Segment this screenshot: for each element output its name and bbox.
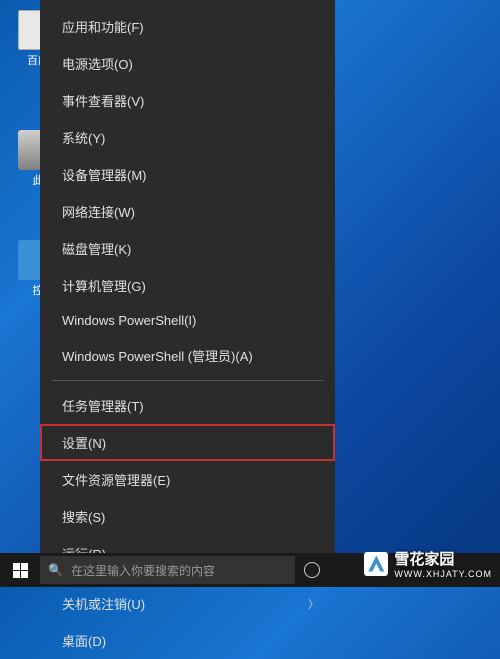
menu-settings[interactable]: 设置(N) bbox=[40, 424, 335, 461]
menu-label: 任务管理器(T) bbox=[62, 396, 144, 415]
menu-label: 磁盘管理(K) bbox=[62, 239, 131, 258]
menu-file-explorer[interactable]: 文件资源管理器(E) bbox=[40, 461, 335, 498]
menu-label: Windows PowerShell(I) bbox=[62, 313, 196, 328]
menu-label: 网络连接(W) bbox=[62, 202, 135, 221]
menu-device-manager[interactable]: 设备管理器(M) bbox=[40, 156, 335, 193]
menu-label: Windows PowerShell (管理员)(A) bbox=[62, 346, 253, 365]
menu-search[interactable]: 搜索(S) bbox=[40, 498, 335, 535]
search-input[interactable]: 🔍 在这里输入你要搜索的内容 bbox=[40, 556, 295, 584]
start-button[interactable] bbox=[0, 553, 40, 587]
menu-system[interactable]: 系统(Y) bbox=[40, 119, 335, 156]
menu-power-options[interactable]: 电源选项(O) bbox=[40, 45, 335, 82]
menu-label: 搜索(S) bbox=[62, 507, 105, 526]
menu-computer-management[interactable]: 计算机管理(G) bbox=[40, 267, 335, 304]
watermark-sub: WWW.XHJATY.COM bbox=[394, 569, 492, 579]
watermark: 雪花家园 WWW.XHJATY.COM bbox=[364, 548, 492, 579]
menu-network-connections[interactable]: 网络连接(W) bbox=[40, 193, 335, 230]
watermark-logo-icon bbox=[364, 552, 388, 576]
menu-label: 应用和功能(F) bbox=[62, 17, 144, 36]
menu-label: 设备管理器(M) bbox=[62, 165, 147, 184]
winx-menu: 应用和功能(F) 电源选项(O) 事件查看器(V) 系统(Y) 设备管理器(M)… bbox=[40, 0, 335, 555]
menu-powershell[interactable]: Windows PowerShell(I) bbox=[40, 304, 335, 337]
search-icon: 🔍 bbox=[48, 563, 63, 577]
menu-shutdown-signout[interactable]: 关机或注销(U) 〉 bbox=[40, 585, 335, 622]
menu-label: 系统(Y) bbox=[62, 128, 105, 147]
menu-label: 事件查看器(V) bbox=[62, 91, 144, 110]
menu-task-manager[interactable]: 任务管理器(T) bbox=[40, 387, 335, 424]
windows-logo-icon bbox=[13, 563, 28, 578]
watermark-title: 雪花家园 bbox=[394, 551, 454, 568]
search-placeholder: 在这里输入你要搜索的内容 bbox=[71, 562, 215, 579]
menu-disk-management[interactable]: 磁盘管理(K) bbox=[40, 230, 335, 267]
menu-separator bbox=[52, 380, 323, 381]
menu-label: 关机或注销(U) bbox=[62, 594, 145, 613]
menu-label: 计算机管理(G) bbox=[62, 276, 146, 295]
circle-icon bbox=[304, 562, 320, 578]
menu-label: 设置(N) bbox=[62, 433, 106, 452]
menu-label: 桌面(D) bbox=[62, 631, 106, 650]
menu-powershell-admin[interactable]: Windows PowerShell (管理员)(A) bbox=[40, 337, 335, 374]
menu-desktop[interactable]: 桌面(D) bbox=[40, 622, 335, 659]
menu-label: 电源选项(O) bbox=[62, 54, 133, 73]
menu-event-viewer[interactable]: 事件查看器(V) bbox=[40, 82, 335, 119]
menu-apps-features[interactable]: 应用和功能(F) bbox=[40, 8, 335, 45]
menu-label: 文件资源管理器(E) bbox=[62, 470, 170, 489]
cortana-button[interactable] bbox=[295, 553, 329, 587]
chevron-right-icon: 〉 bbox=[308, 596, 319, 612]
